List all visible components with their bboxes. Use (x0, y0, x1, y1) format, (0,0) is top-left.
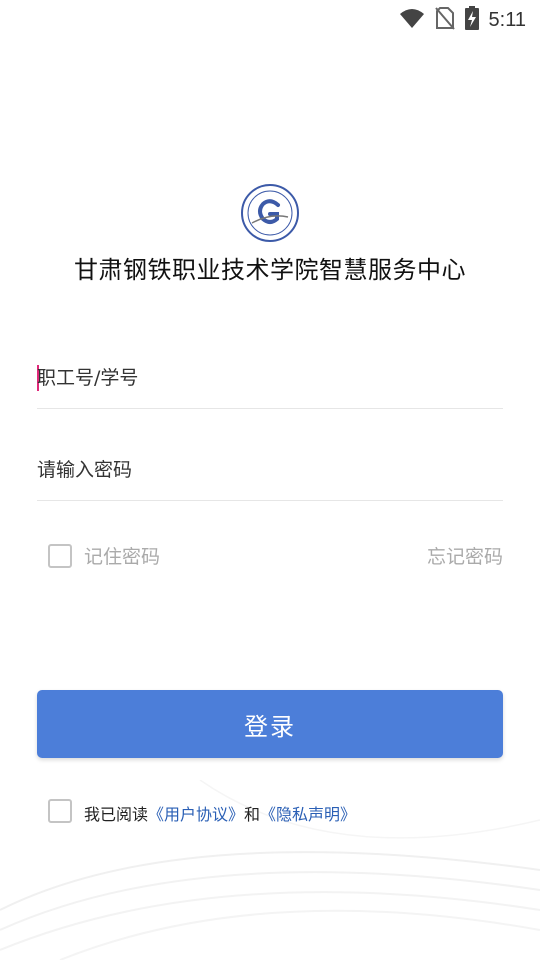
status-time: 5:11 (488, 8, 526, 31)
username-field-container (37, 348, 503, 409)
agreement-checkbox[interactable] (48, 799, 72, 823)
no-sim-icon (434, 6, 455, 34)
forgot-password-link[interactable]: 忘记密码 (427, 542, 503, 569)
status-icons: 5:11 (399, 6, 526, 34)
user-agreement-link[interactable]: 《用户协议》 (148, 805, 244, 824)
password-field-container (37, 440, 503, 501)
login-button[interactable]: 登录 (37, 690, 503, 758)
agreement-conjunction: 和 (244, 805, 261, 824)
remember-password-checkbox[interactable] (48, 544, 72, 568)
agreement-prefix: 我已阅读 (84, 805, 149, 824)
agreement-text: 我已阅读《用户协议》和《隐私声明》 (84, 801, 356, 825)
password-input[interactable] (37, 440, 503, 500)
username-input[interactable] (37, 348, 503, 408)
wifi-icon (399, 7, 425, 33)
remember-row: 记住密码 忘记密码 (48, 540, 503, 570)
remember-password-label: 记住密码 (84, 546, 161, 568)
agreement-row: 我已阅读《用户协议》和《隐私声明》 (48, 797, 508, 827)
app-title: 甘肃钢铁职业技术学院智慧服务中心 (74, 256, 466, 284)
school-emblem-icon (240, 183, 300, 243)
status-bar: 5:11 (0, 0, 540, 36)
battery-charging-icon (464, 6, 479, 34)
privacy-statement-link[interactable]: 《隐私声明》 (260, 805, 356, 824)
